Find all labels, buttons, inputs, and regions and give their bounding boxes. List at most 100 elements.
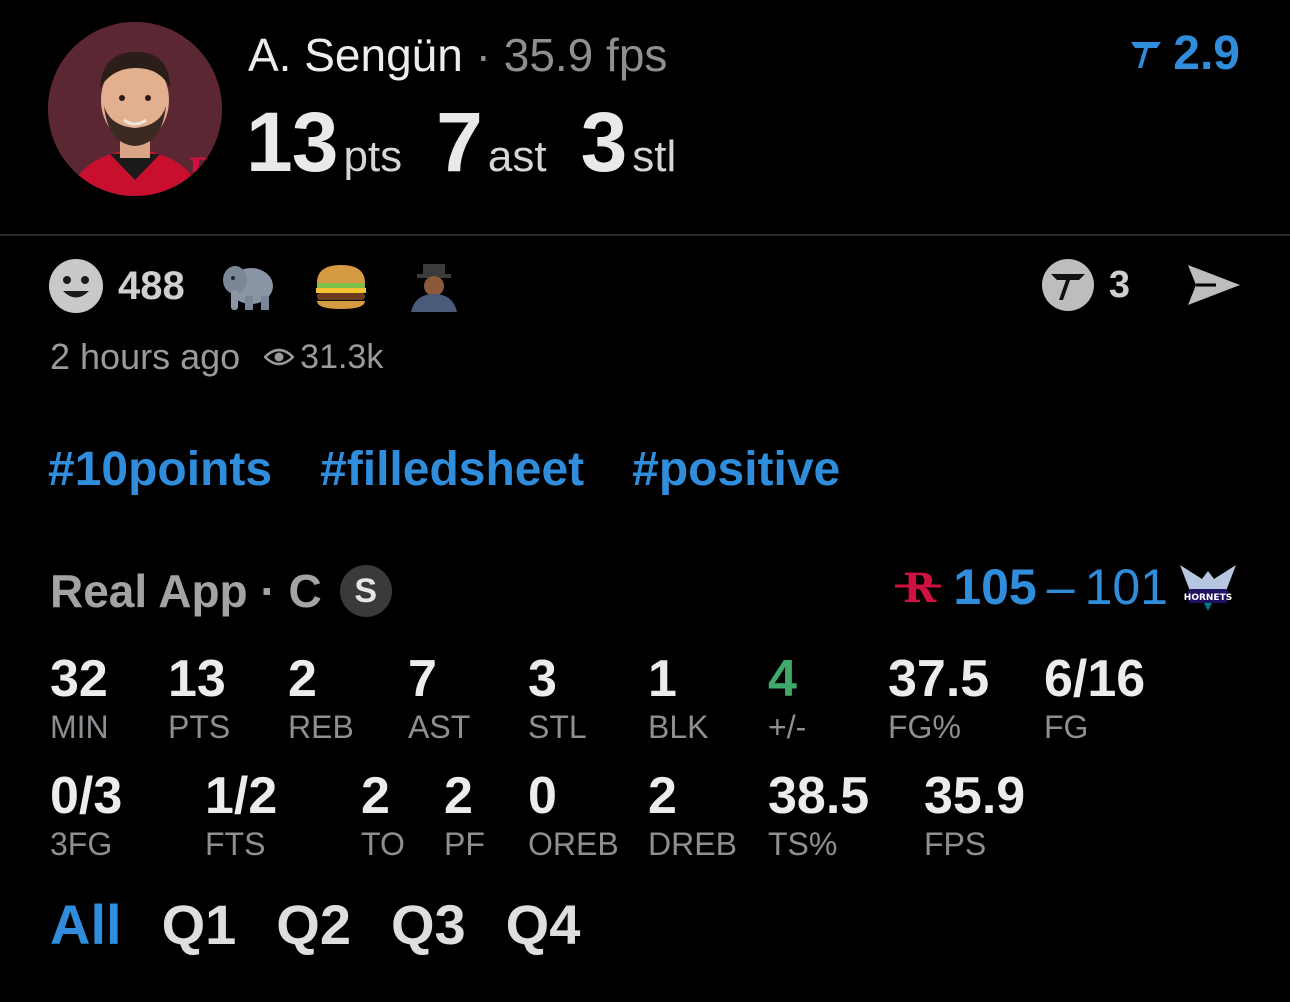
stat-label: AST — [408, 709, 471, 745]
reactions-row: 488 — [48, 258, 485, 314]
hashtag-filledsheet[interactable]: #filledsheet — [320, 442, 584, 497]
player-photo: R — [48, 22, 222, 196]
stat-label: OREB — [528, 826, 619, 862]
stat-ts-pct: 38.5 TS% — [768, 769, 869, 861]
stat-value: 3 — [528, 650, 557, 708]
custom-sticker-reaction[interactable] — [405, 260, 463, 312]
divider — [0, 234, 1290, 236]
stat-value: 2 — [648, 767, 677, 825]
player-avatar[interactable]: R — [48, 22, 222, 196]
stat-label: FTS — [205, 826, 266, 862]
stat-value: 37.5 — [888, 650, 990, 708]
quarter-tabs: All Q1 Q2 Q3 Q4 — [50, 892, 580, 957]
headline-points-value: 13 — [246, 95, 338, 189]
stat-pf: 2 PF — [444, 769, 485, 861]
stat-label: FG% — [888, 709, 961, 745]
stat-label: FG — [1044, 709, 1089, 745]
post-actions: 3 — [1041, 258, 1242, 312]
hashtag-positive[interactable]: #positive — [632, 442, 840, 497]
stat-ast: 7 AST — [408, 652, 470, 744]
reaction-count[interactable]: 488 — [118, 264, 185, 309]
stat-stl: 3 STL — [528, 652, 587, 744]
stat-value: 1/2 — [205, 767, 278, 825]
stat-label: FPS — [924, 826, 987, 862]
real-vote-icon[interactable] — [1041, 258, 1095, 312]
stat-label: 3FG — [50, 826, 113, 862]
starter-badge: S — [339, 565, 392, 617]
fps-text: 35.9 fps — [503, 29, 668, 81]
stat-label: PTS — [168, 709, 231, 745]
game-title-text: Real App · C — [50, 565, 322, 617]
stat-fps: 35.9 FPS — [924, 769, 1025, 861]
share-send-icon[interactable] — [1186, 261, 1242, 309]
stat-3fg: 0/3 3FG — [50, 769, 122, 861]
stat-label: BLK — [648, 709, 709, 745]
hashtag-list: #10points #filledsheet #positive — [48, 442, 840, 497]
smiley-reaction-icon[interactable] — [48, 258, 104, 314]
away-score: 101 — [1084, 559, 1168, 615]
stat-to: 2 TO — [361, 769, 405, 861]
stat-value: 32 — [50, 650, 108, 708]
tab-q3[interactable]: Q3 — [391, 892, 466, 957]
eye-icon — [264, 348, 295, 366]
hornets-logo-icon: HORNETS — [1180, 565, 1236, 611]
rating-badge[interactable]: 2.9 — [1129, 26, 1240, 81]
stat-label: STL — [528, 709, 587, 745]
stat-value: 13 — [168, 650, 226, 708]
stat-plus-minus: 4 +/- — [768, 652, 806, 744]
stat-value: 7 — [408, 650, 437, 708]
headline-steals-unit: stl — [632, 132, 677, 181]
view-count-group: 31.3k — [264, 338, 383, 377]
stat-label: PF — [444, 826, 485, 862]
stat-value: 2 — [361, 767, 390, 825]
stat-fg: 6/16 FG — [1044, 652, 1145, 744]
headline-assists-value: 7 — [436, 95, 483, 189]
stat-min: 32 MIN — [50, 652, 109, 744]
player-name-line[interactable]: A. Sengün · 35.9 fps — [248, 28, 667, 82]
separator: · — [475, 29, 491, 81]
tab-q4[interactable]: Q4 — [506, 892, 581, 957]
game-score[interactable]: R 105–101 HORNETS — [893, 558, 1238, 616]
stat-label: REB — [288, 709, 354, 745]
burger-reaction[interactable] — [313, 261, 369, 311]
vote-count: 3 — [1108, 263, 1130, 306]
tab-q1[interactable]: Q1 — [162, 892, 237, 957]
svg-text:R: R — [903, 565, 937, 612]
stat-value: 6/16 — [1044, 650, 1146, 708]
view-count: 31.3k — [300, 337, 384, 376]
stat-label: MIN — [50, 709, 109, 745]
tab-all[interactable]: All — [50, 892, 122, 957]
stat-reb: 2 REB — [288, 652, 354, 744]
stat-label: TO — [361, 826, 405, 862]
stat-oreb: 0 OREB — [528, 769, 619, 861]
post-meta: 2 hours ago 31.3k — [50, 336, 383, 378]
score-dash: – — [1046, 559, 1075, 615]
stat-value: 38.5 — [768, 767, 870, 825]
headline-steals-value: 3 — [580, 95, 628, 189]
stat-value: 4 — [768, 650, 797, 708]
rating-value: 2.9 — [1173, 27, 1240, 80]
stat-label: TS% — [768, 826, 838, 862]
player-name[interactable]: A. Sengün — [248, 29, 463, 81]
elephant-icon — [222, 266, 273, 310]
stat-value: 2 — [288, 650, 317, 708]
home-score: 105 — [953, 559, 1037, 615]
stat-label: +/- — [768, 709, 807, 745]
stat-fg-pct: 37.5 FG% — [888, 652, 989, 744]
stat-value: 0 — [528, 767, 557, 825]
headline-points-unit: pts — [343, 132, 403, 181]
hashtag-10points[interactable]: #10points — [48, 442, 272, 497]
stat-value: 1 — [648, 650, 677, 708]
stat-value: 35.9 — [924, 767, 1026, 825]
stat-dreb: 2 DREB — [648, 769, 737, 861]
tab-q2[interactable]: Q2 — [276, 892, 351, 957]
post-time: 2 hours ago — [50, 336, 241, 377]
stat-fts: 1/2 FTS — [205, 769, 277, 861]
custom-sticker-icon — [410, 264, 457, 312]
stat-label: DREB — [648, 826, 737, 862]
svg-text:R: R — [188, 151, 217, 191]
real-app-logo-icon — [1131, 41, 1162, 68]
elephant-reaction[interactable] — [219, 260, 277, 312]
headline-assists-unit: ast — [487, 132, 547, 181]
burger-icon — [315, 265, 366, 309]
